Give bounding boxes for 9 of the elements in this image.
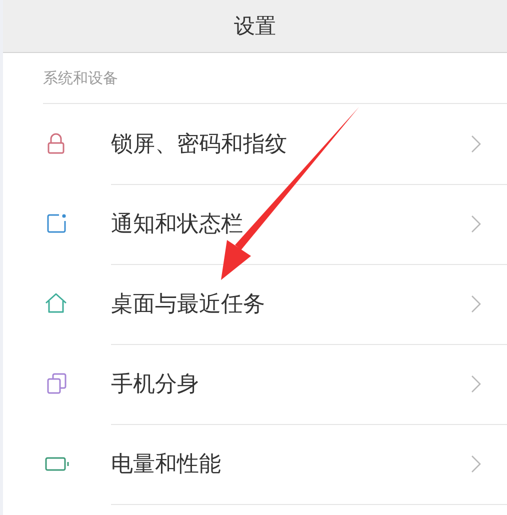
chevron-icon [471, 454, 481, 472]
chevron-icon [471, 214, 481, 232]
chevron-icon [471, 374, 481, 392]
screen-title: 设置 [234, 13, 276, 40]
settings-item[interactable]: 电量和性能 [111, 424, 507, 504]
chevron-icon [471, 134, 481, 152]
section-heading: 系统和设备 [43, 68, 118, 88]
settings-item[interactable]: 手机分身 [111, 344, 507, 424]
chevron-icon [471, 294, 481, 312]
